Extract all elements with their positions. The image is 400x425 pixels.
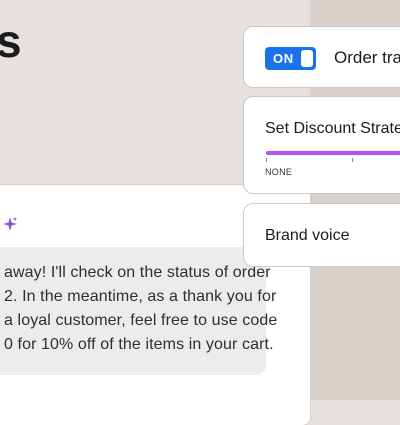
- discount-strategy-title: Set Discount Strate: [265, 120, 400, 137]
- order-tracking-toggle[interactable]: ON: [265, 47, 316, 70]
- sparkle-icon: [2, 216, 18, 237]
- message-line: a loyal customer, feel free to use code: [4, 312, 278, 329]
- slider-tick: [266, 158, 267, 162]
- slider-tick: [352, 158, 353, 162]
- toggle-label: ON: [273, 51, 294, 66]
- slider-min-label: NONE: [265, 167, 293, 177]
- message-line: 0 for 10% off of the items in your cart.: [4, 336, 274, 353]
- message-line: 2. In the meantime, as a thank you for: [4, 288, 277, 305]
- discount-slider[interactable]: [266, 151, 400, 155]
- page-title: s: [0, 15, 22, 67]
- order-tracking-panel: ON Order trac: [243, 26, 400, 88]
- brand-voice-label: Brand voice: [265, 227, 350, 244]
- toggle-knob: [301, 50, 313, 67]
- brand-voice-panel[interactable]: Brand voice: [243, 203, 400, 267]
- chat-message: away! I'll check on the status of order …: [0, 247, 277, 375]
- message-line: away! I'll check on the status of order: [4, 264, 271, 281]
- order-tracking-label: Order trac: [334, 48, 400, 67]
- discount-strategy-panel: Set Discount Strate NONE: [243, 96, 400, 194]
